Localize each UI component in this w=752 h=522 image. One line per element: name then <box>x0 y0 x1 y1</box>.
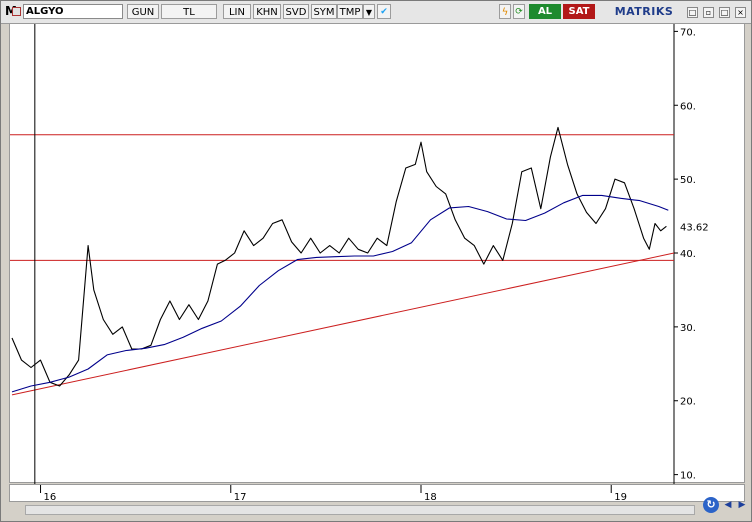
y-tick-label: 20. <box>680 397 696 408</box>
x-axis: 16 17 18 19 <box>9 484 745 503</box>
y-tick-label: 30. <box>680 323 696 334</box>
scroll-right-icon[interactable]: ▶ <box>735 498 749 512</box>
brand-label: MATRIKS <box>614 5 674 18</box>
sell-button[interactable]: SAT <box>563 4 595 19</box>
x-tick-label: 18 <box>424 492 437 503</box>
close-window-icon[interactable]: × <box>735 7 746 18</box>
chart-window: M ALGYO GUN TL LIN KHN SVD SYM TMP ▼ ✔ ϟ… <box>0 0 752 522</box>
x-tick-label: 19 <box>614 492 627 503</box>
y-tick-label: 70. <box>680 27 696 38</box>
y-tick-label: 60. <box>680 101 696 112</box>
scroll-left-icon[interactable]: ◀ <box>721 498 735 512</box>
pin-icon[interactable]: □ <box>687 7 698 18</box>
last-price-label: 43.62 <box>680 222 709 233</box>
svd-button[interactable]: SVD <box>283 4 309 19</box>
currency-button[interactable]: TL <box>161 4 217 19</box>
dropdown-icon[interactable]: ▼ <box>363 4 375 19</box>
tmp-button[interactable]: TMP <box>337 4 363 19</box>
lin-button[interactable]: LIN <box>223 4 251 19</box>
toolbar: M ALGYO GUN TL LIN KHN SVD SYM TMP ▼ ✔ ϟ… <box>1 1 751 24</box>
trend-line <box>11 252 675 396</box>
khn-button[interactable]: KHN <box>253 4 281 19</box>
lightning-icon[interactable]: ϟ <box>499 4 511 19</box>
y-tick-label: 10. <box>680 471 696 482</box>
refresh-icon[interactable]: ⟳ <box>513 4 525 19</box>
x-tick-label: 16 <box>44 492 57 503</box>
maximize-icon[interactable]: □ <box>719 7 730 18</box>
buy-button[interactable]: AL <box>529 4 561 19</box>
minimize-icon[interactable]: ▫ <box>703 7 714 18</box>
symbol-input[interactable]: ALGYO <box>23 4 123 19</box>
x-axis-svg: 16 17 18 19 <box>40 485 627 503</box>
sync-icon[interactable]: ↻ <box>703 497 719 513</box>
x-tick-label: 17 <box>234 492 247 503</box>
twitter-icon[interactable]: ✔ <box>377 4 391 19</box>
y-tick-label: 50. <box>680 175 696 186</box>
close-icon[interactable] <box>12 7 21 16</box>
y-tick-label: 40. <box>680 249 696 260</box>
series-moving-average <box>11 194 669 393</box>
horizontal-scrollbar[interactable] <box>25 505 695 515</box>
sym-button[interactable]: SYM <box>311 4 337 19</box>
chart-area[interactable]: 70. 60. 50. 40. 30. 20. 10. 43.62 <box>9 23 745 484</box>
price-chart: 70. 60. 50. 40. 30. 20. 10. 43.62 <box>10 24 709 484</box>
period-button[interactable]: GUN <box>127 4 159 19</box>
